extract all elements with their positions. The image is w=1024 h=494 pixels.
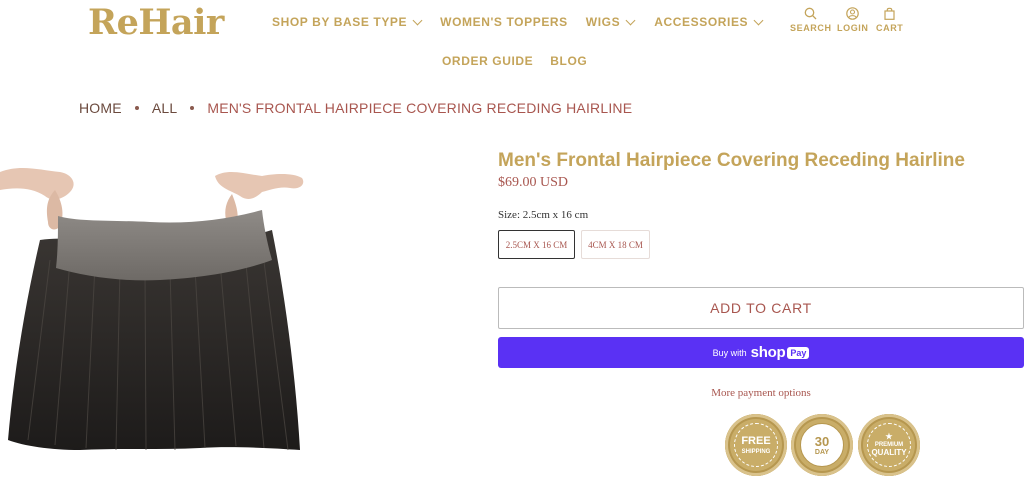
shop-pay-badge: Pay	[787, 346, 810, 359]
chevron-down-icon	[412, 15, 423, 25]
secondary-nav: ORDER GUIDE BLOG	[442, 54, 587, 68]
badge-line: 30	[814, 433, 830, 449]
login-button[interactable]: LOGIN	[837, 7, 869, 33]
money-back-guarantee-badge: 30 DAY	[791, 414, 853, 476]
hairpiece-illustration	[0, 167, 304, 451]
main-nav: SHOP BY BASE TYPE WOMEN'S TOPPERS WIGS A…	[272, 15, 764, 29]
breadcrumb-current: MEN'S FRONTAL HAIRPIECE COVERING RECEDIN…	[207, 100, 633, 116]
chevron-down-icon	[625, 15, 636, 25]
cart-label: CART	[876, 23, 904, 33]
product-title: Men's Frontal Hairpiece Covering Recedin…	[498, 150, 965, 171]
product-image[interactable]	[0, 150, 340, 494]
login-label: LOGIN	[837, 23, 869, 33]
nav-label: WOMEN'S TOPPERS	[440, 15, 568, 29]
badge-inner: 30 DAY	[800, 423, 844, 467]
badge-line: DAY	[814, 448, 830, 456]
chevron-down-icon	[753, 15, 764, 25]
nav-label: SHOP BY BASE TYPE	[272, 15, 408, 29]
size-label: Size: 2.5cm x 16 cm	[498, 209, 589, 221]
nav-label: ACCESSORIES	[654, 15, 749, 29]
badge-line: FREE	[741, 434, 771, 447]
breadcrumb-separator	[190, 106, 195, 110]
star-icon: ★	[885, 432, 893, 441]
variant-2-5cm-x-16cm[interactable]: 2.5CM X 16 CM	[498, 230, 575, 259]
badge-line: QUALITY	[871, 448, 907, 457]
more-payment-options-link[interactable]: More payment options	[498, 387, 1024, 399]
variant-4cm-x-18cm[interactable]: 4CM X 18 CM	[581, 230, 650, 259]
nav-wigs[interactable]: WIGS	[585, 15, 636, 29]
breadcrumb-separator	[134, 106, 139, 110]
premium-quality-badge: ★ PREMIUM QUALITY	[858, 414, 920, 476]
search-label: SEARCH	[790, 23, 832, 33]
site-logo[interactable]: ReHair	[88, 2, 224, 43]
nav-accessories[interactable]: ACCESSORIES	[654, 15, 764, 29]
nav-order-guide[interactable]: ORDER GUIDE	[442, 54, 533, 68]
search-icon	[804, 7, 817, 20]
breadcrumb: HOME ALL MEN'S FRONTAL HAIRPIECE COVERIN…	[79, 100, 632, 116]
badge-line: SHIPPING	[741, 448, 771, 455]
search-button[interactable]: SEARCH	[790, 7, 832, 33]
shop-pay-prefix: Buy with	[712, 347, 747, 358]
free-shipping-badge: FREE SHIPPING	[725, 414, 787, 476]
nav-label: ORDER GUIDE	[442, 54, 534, 68]
nav-shop-by-base-type[interactable]: SHOP BY BASE TYPE	[272, 15, 423, 29]
breadcrumb-home[interactable]: HOME	[79, 100, 122, 116]
shop-pay-brand: shop	[750, 344, 786, 361]
nav-womens-toppers[interactable]: WOMEN'S TOPPERS	[440, 15, 568, 29]
badge-inner: FREE SHIPPING	[734, 423, 778, 467]
breadcrumb-all[interactable]: ALL	[152, 100, 178, 116]
add-to-cart-button[interactable]: ADD TO CART	[498, 287, 1024, 329]
badge-inner: ★ PREMIUM QUALITY	[867, 423, 911, 467]
nav-label: BLOG	[550, 54, 588, 68]
product-price: $69.00 USD	[498, 175, 569, 190]
user-icon	[846, 7, 860, 20]
nav-label: WIGS	[585, 15, 621, 29]
shop-pay-button[interactable]: Buy with shop Pay	[498, 337, 1024, 368]
bag-icon	[884, 7, 895, 20]
nav-blog[interactable]: BLOG	[550, 54, 587, 68]
cart-button[interactable]: CART	[876, 7, 903, 33]
